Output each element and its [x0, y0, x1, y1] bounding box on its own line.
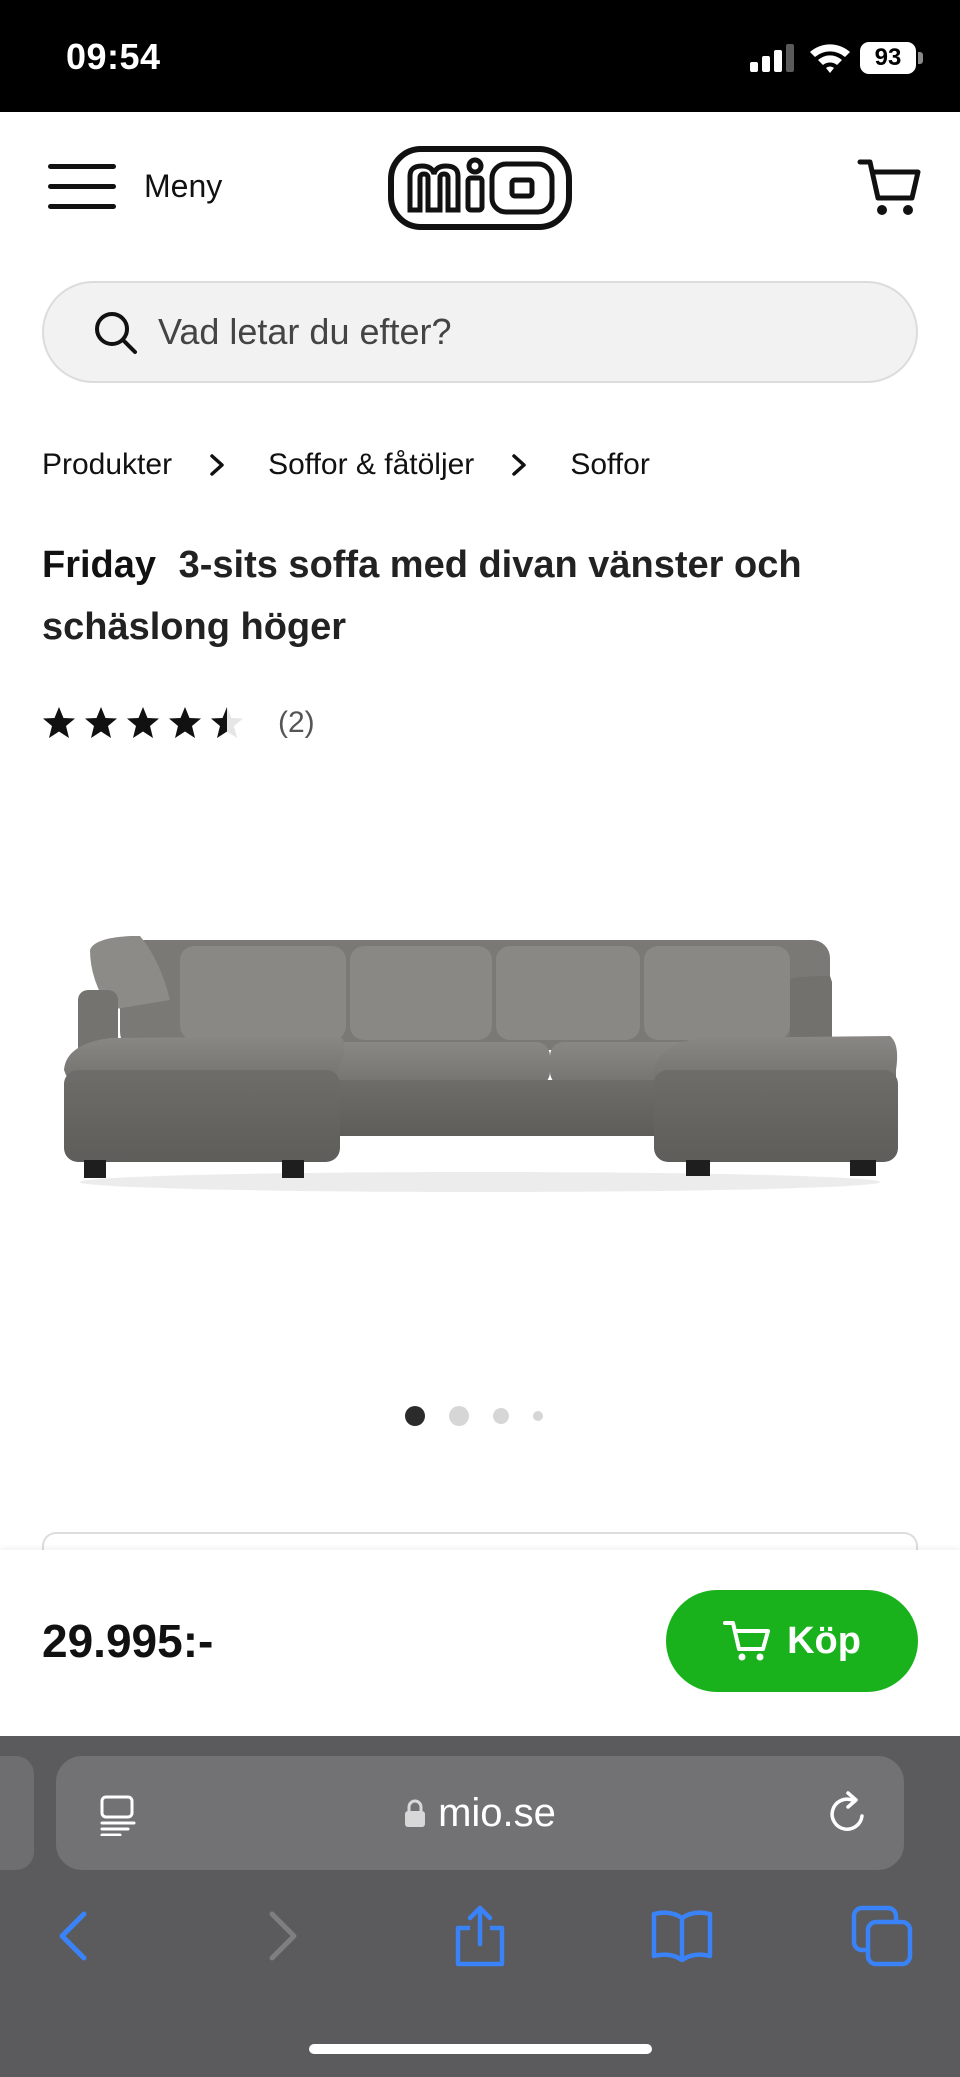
- product-title: Friday 3-sits soffa med divan vänster oc…: [42, 534, 912, 658]
- back-icon[interactable]: [44, 1904, 108, 1968]
- cart-icon[interactable]: [856, 154, 924, 222]
- carousel-dot[interactable]: [493, 1408, 509, 1424]
- chevron-right-icon: [210, 454, 224, 476]
- star-icon: [211, 707, 243, 738]
- breadcrumb-produkter[interactable]: Produkter: [42, 448, 172, 482]
- review-count[interactable]: (2): [278, 706, 315, 740]
- reader-mode-icon[interactable]: [98, 1794, 138, 1836]
- carousel-dot[interactable]: [533, 1411, 543, 1421]
- home-indicator: [309, 2044, 652, 2054]
- battery-cap: [918, 52, 923, 64]
- buy-bar: 29.995:- Köp: [0, 1550, 960, 1736]
- search-icon: [95, 312, 137, 354]
- carousel-dot[interactable]: [449, 1406, 469, 1426]
- star-rating: [42, 706, 252, 740]
- url-display[interactable]: mio.se: [56, 1756, 904, 1870]
- chevron-right-icon: [512, 454, 527, 476]
- lock-icon: [405, 1799, 426, 1827]
- status-bar: 09:54 93: [0, 0, 960, 112]
- battery-level: 93: [874, 44, 902, 71]
- search-input[interactable]: [158, 311, 858, 353]
- breadcrumb: Produkter Soffor & fåtöljer Soffor: [42, 448, 650, 482]
- star-icon: [169, 707, 201, 738]
- wifi-icon: [810, 44, 850, 73]
- carousel-dot[interactable]: [405, 1406, 425, 1426]
- breadcrumb-soffor[interactable]: Soffor: [570, 448, 650, 482]
- buy-button-label: Köp: [787, 1619, 861, 1662]
- forward-icon[interactable]: [248, 1904, 312, 1968]
- star-icon: [127, 707, 159, 738]
- breadcrumb-soffor-fatoljer[interactable]: Soffor & fåtöljer: [268, 448, 474, 482]
- product-brand: Friday: [42, 544, 157, 586]
- status-time: 09:54: [66, 36, 161, 77]
- battery-indicator: 93: [860, 42, 916, 74]
- cart-icon: [723, 1621, 771, 1661]
- image-carousel-dots: [405, 1405, 567, 1427]
- tabs-icon[interactable]: [850, 1904, 914, 1968]
- reload-icon[interactable]: [826, 1790, 870, 1836]
- product-price: 29.995:-: [42, 1615, 214, 1667]
- site-header: Meny: [0, 112, 960, 272]
- mio-logo[interactable]: [388, 146, 572, 230]
- bookmarks-icon[interactable]: [650, 1904, 714, 1968]
- share-icon[interactable]: [448, 1904, 512, 1968]
- url-text: mio.se: [438, 1790, 556, 1835]
- previous-tab-peek[interactable]: [0, 1756, 34, 1870]
- menu-button[interactable]: Meny: [48, 162, 222, 210]
- star-icon: [85, 707, 117, 738]
- cellular-signal-icon: [750, 44, 794, 72]
- product-image-sofa[interactable]: [50, 920, 910, 1200]
- menu-label: Meny: [144, 167, 223, 204]
- search-bar[interactable]: [42, 281, 918, 383]
- star-icon: [43, 707, 75, 738]
- address-bar[interactable]: mio.se: [56, 1756, 904, 1870]
- buy-button[interactable]: Köp: [666, 1590, 918, 1692]
- hamburger-icon: [48, 162, 116, 210]
- browser-toolbar: mio.se: [0, 1736, 960, 2077]
- product-rating[interactable]: (2): [42, 706, 315, 740]
